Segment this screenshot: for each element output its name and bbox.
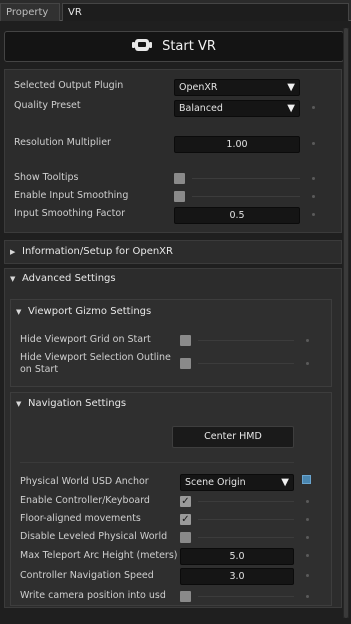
start-vr-label: Start VR xyxy=(162,39,216,54)
anchor-dropdown[interactable]: Scene Origin ▼ xyxy=(180,474,294,491)
reset-dot[interactable] xyxy=(312,195,315,198)
divider xyxy=(198,519,294,520)
reset-dot[interactable] xyxy=(306,518,309,521)
divider xyxy=(198,501,294,502)
teleport-arc-label: Max Teleport Arc Height (meters) xyxy=(20,550,178,561)
vertical-scrollbar[interactable] xyxy=(343,28,349,618)
hide-grid-checkbox[interactable] xyxy=(180,335,191,346)
input-smoothing-label: Enable Input Smoothing xyxy=(14,190,129,201)
collapsed-arrow-icon: ▶ xyxy=(10,248,16,256)
navigation-settings-header[interactable]: Navigation Settings xyxy=(28,398,126,410)
divider xyxy=(192,196,300,197)
floor-aligned-label: Floor-aligned movements xyxy=(20,513,141,524)
hide-selection-label-2: on Start xyxy=(20,364,59,375)
write-camera-checkbox[interactable] xyxy=(180,591,191,602)
center-hmd-button[interactable]: Center HMD xyxy=(172,426,294,448)
hide-selection-checkbox[interactable] xyxy=(180,358,191,369)
reset-dot[interactable] xyxy=(312,142,315,145)
hide-grid-label: Hide Viewport Grid on Start xyxy=(20,334,151,345)
dropdown-arrow-icon: ▼ xyxy=(281,477,289,488)
quality-preset-value: Balanced xyxy=(179,103,223,114)
anchor-picker-icon[interactable] xyxy=(302,475,311,484)
reset-dot[interactable] xyxy=(306,362,309,365)
dropdown-arrow-icon: ▼ xyxy=(287,103,295,114)
info-setup-header[interactable]: Information/Setup for OpenXR xyxy=(22,246,173,258)
reset-dot[interactable] xyxy=(306,500,309,503)
controller-keyboard-checkbox[interactable]: ✓ xyxy=(180,496,191,507)
divider xyxy=(192,178,300,179)
expanded-arrow-icon: ▼ xyxy=(16,400,22,408)
expanded-arrow-icon: ▼ xyxy=(10,275,16,283)
input-smoothing-checkbox[interactable] xyxy=(174,191,185,202)
divider xyxy=(198,363,294,364)
controller-keyboard-label: Enable Controller/Keyboard xyxy=(20,495,150,506)
resolution-multiplier-label: Resolution Multiplier xyxy=(14,137,111,148)
show-tooltips-label: Show Tooltips xyxy=(14,172,79,183)
divider xyxy=(20,462,294,463)
quality-preset-label: Quality Preset xyxy=(14,100,81,111)
reset-dot[interactable] xyxy=(306,339,309,342)
reset-dot[interactable] xyxy=(306,574,309,577)
viewport-gizmo-header[interactable]: Viewport Gizmo Settings xyxy=(28,306,151,318)
divider xyxy=(198,340,294,341)
tab-bar: Property VR xyxy=(0,0,351,21)
hide-selection-label-1: Hide Viewport Selection Outline xyxy=(20,352,171,363)
output-plugin-value: OpenXR xyxy=(179,82,218,93)
floor-aligned-checkbox[interactable]: ✓ xyxy=(180,514,191,525)
reset-dot[interactable] xyxy=(306,595,309,598)
output-plugin-label: Selected Output Plugin xyxy=(14,80,124,91)
nav-speed-label: Controller Navigation Speed xyxy=(20,570,154,581)
output-plugin-dropdown[interactable]: OpenXR ▼ xyxy=(174,79,300,96)
reset-dot[interactable] xyxy=(306,536,309,539)
reset-dot[interactable] xyxy=(312,106,315,109)
tab-property[interactable]: Property xyxy=(0,3,60,21)
nav-speed-field[interactable]: 3.0 xyxy=(180,568,294,585)
divider xyxy=(198,596,294,597)
disable-leveled-checkbox[interactable] xyxy=(180,532,191,543)
smoothing-factor-field[interactable]: 0.5 xyxy=(174,207,300,224)
disable-leveled-label: Disable Leveled Physical World xyxy=(20,531,168,542)
vr-headset-icon xyxy=(132,38,153,55)
smoothing-factor-label: Input Smoothing Factor xyxy=(14,208,126,219)
reset-dot[interactable] xyxy=(312,213,315,216)
tab-vr[interactable]: VR xyxy=(62,3,349,21)
advanced-settings-header[interactable]: Advanced Settings xyxy=(22,273,116,285)
reset-dot[interactable] xyxy=(312,177,315,180)
anchor-label: Physical World USD Anchor xyxy=(20,476,149,487)
teleport-arc-field[interactable]: 5.0 xyxy=(180,548,294,565)
expanded-arrow-icon: ▼ xyxy=(16,308,22,316)
resolution-multiplier-field[interactable]: 1.00 xyxy=(174,136,300,153)
quality-preset-dropdown[interactable]: Balanced ▼ xyxy=(174,100,300,117)
show-tooltips-checkbox[interactable] xyxy=(174,173,185,184)
dropdown-arrow-icon: ▼ xyxy=(287,82,295,93)
divider xyxy=(198,537,294,538)
write-camera-label: Write camera position into usd xyxy=(20,590,166,601)
scrollbar-thumb[interactable] xyxy=(344,28,348,618)
reset-dot[interactable] xyxy=(306,554,309,557)
anchor-value: Scene Origin xyxy=(185,477,246,488)
start-vr-button[interactable]: Start VR xyxy=(4,31,344,62)
